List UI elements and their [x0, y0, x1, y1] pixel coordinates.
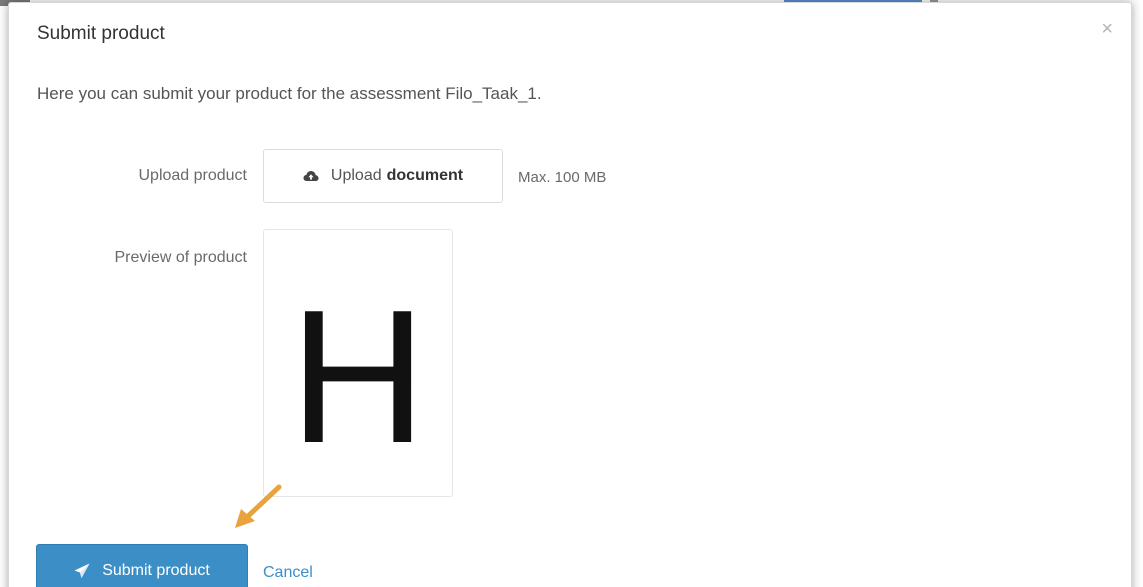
dialog-title: Submit product [37, 23, 165, 44]
cancel-link[interactable]: Cancel [263, 564, 313, 582]
submit-button-label: Submit product [102, 562, 210, 579]
preview-product-label: Preview of product [114, 249, 247, 266]
close-icon[interactable]: × [1101, 19, 1113, 39]
max-size-hint: Max. 100 MB [518, 169, 607, 186]
preview-content: H [289, 271, 427, 483]
upload-document-button[interactable]: Upload document [263, 149, 503, 203]
submit-product-button[interactable]: Submit product [36, 544, 248, 587]
pointer-arrow-annotation [235, 484, 282, 528]
submit-product-dialog: Submit product × Here you can submit you… [8, 2, 1132, 587]
paper-plane-icon [74, 563, 90, 578]
upload-button-bold-text: document [386, 167, 464, 184]
upload-product-label: Upload product [138, 167, 247, 184]
product-preview: H [263, 229, 453, 497]
screen: Submit product × Here you can submit you… [0, 0, 1143, 587]
upload-button-text: Upload [330, 167, 382, 184]
cloud-upload-icon [303, 171, 319, 181]
dialog-intro-text: Here you can submit your product for the… [37, 84, 542, 103]
